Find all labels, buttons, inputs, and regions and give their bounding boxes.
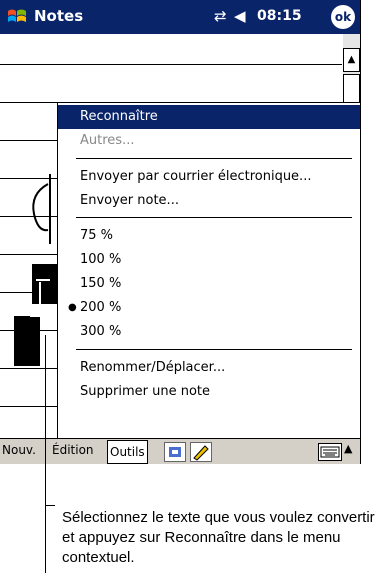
menu-item-zoom-100[interactable]: 100 % [58,248,360,272]
menu-item-autres: Autres... [80,133,135,148]
menu-item-zoom-200[interactable]: ● 200 % [58,296,360,320]
menu-item-reconnaitre[interactable]: Reconnaître [58,105,360,129]
keyboard-icon[interactable] [318,443,342,461]
arrow-up-icon[interactable]: ▲ [344,442,352,455]
ok-button[interactable]: ok [331,5,355,29]
title-bar: Notes ⇄ ◀ 08:15 ok [0,0,360,34]
pen-icon[interactable] [190,442,212,462]
tools-menu[interactable]: Outils [107,440,148,464]
menu-item-zoom-75[interactable]: 75 % [58,224,360,248]
pocketpc-screen: Notes ⇄ ◀ 08:15 ok ▲ Reconnaître Autres.… [0,0,361,464]
callout-text: Sélectionnez le texte que vous voulez co… [62,509,375,566]
callout-leader-line [45,335,46,573]
connectivity-icon[interactable]: ⇄ [214,7,227,25]
menu-item-label: 200 % [80,300,122,315]
menu-separator [76,217,352,218]
windows-flag-icon[interactable] [6,6,28,28]
menu-item-envoyer-note[interactable]: Envoyer note... [58,189,360,213]
menu-item-envoyer-courrier[interactable]: Envoyer par courrier électronique... [58,165,360,189]
menu-item-zoom-150[interactable]: 150 % [58,272,360,296]
context-menu: Reconnaître Autres... Envoyer par courri… [57,102,360,440]
menu-item-zoom-300[interactable]: 300 % [58,320,360,344]
recording-icon[interactable] [164,442,186,462]
volume-icon[interactable]: ◀ [234,7,246,25]
scroll-up-arrow-icon[interactable]: ▲ [343,48,360,72]
new-button[interactable]: Nouv. [2,443,36,457]
menu-item-renommer[interactable]: Renommer/Déplacer... [58,356,360,380]
menu-separator [76,158,352,159]
clock[interactable]: 08:15 [257,8,302,24]
checked-bullet-icon: ● [68,302,77,313]
callout-tick [45,505,55,506]
menu-separator [76,349,352,350]
app-title: Notes [34,7,84,25]
edit-menu[interactable]: Édition [52,443,94,457]
menu-item-supprimer[interactable]: Supprimer une note [58,380,360,404]
command-bar: Nouv. Édition Outils ▲ [0,438,360,464]
handwriting-ink[interactable] [0,34,60,434]
